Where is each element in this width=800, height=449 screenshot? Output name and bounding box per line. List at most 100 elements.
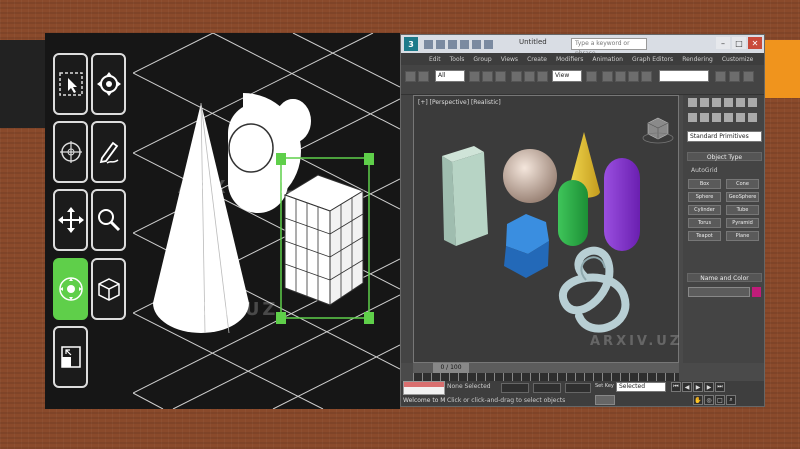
window-controls: – □ ✕ — [716, 37, 762, 49]
maxscript-listener[interactable] — [403, 381, 445, 395]
hierarchy-tab-icon[interactable] — [712, 98, 721, 107]
object-type-rollout[interactable]: Object Type — [687, 152, 762, 161]
primitive-category-dropdown[interactable]: Standard Primitives — [687, 131, 762, 142]
goto-end-icon[interactable]: ⏭ — [715, 382, 725, 392]
plane-button[interactable]: Plane — [726, 231, 759, 241]
tube-button[interactable]: Tube — [726, 205, 759, 215]
render-icon[interactable] — [743, 71, 754, 82]
open-file-icon[interactable] — [436, 39, 445, 49]
redo-icon[interactable] — [418, 71, 429, 82]
name-and-color-rollout[interactable]: Name and Color — [687, 273, 762, 282]
select-and-move-tool[interactable] — [53, 189, 88, 251]
space-warps-icon[interactable] — [748, 113, 757, 122]
x-coordinate-field[interactable] — [501, 383, 529, 393]
orbit-tool[interactable] — [53, 258, 88, 320]
perspective-viewport[interactable]: [+] [Perspective] [Realistic] ARXIV.UZ — [413, 95, 679, 363]
select-object-icon[interactable] — [469, 71, 480, 82]
torus-button[interactable]: Torus — [688, 218, 721, 228]
scale-icon[interactable] — [537, 71, 548, 82]
zoom-tool[interactable] — [91, 189, 126, 251]
menu-tools[interactable]: Tools — [450, 56, 465, 63]
menu-group[interactable]: Group — [473, 56, 491, 63]
project-folder-icon[interactable] — [484, 39, 493, 49]
viewport-label[interactable]: [+] [Perspective] [Realistic] — [418, 99, 501, 106]
play-icon[interactable]: ▶ — [693, 382, 703, 392]
motion-tab-icon[interactable] — [724, 98, 733, 107]
move-icon[interactable] — [511, 71, 522, 82]
pan-view-icon[interactable]: ✋ — [693, 395, 703, 405]
selection-status: None Selected — [447, 383, 491, 390]
teapot-button[interactable]: Teapot — [688, 231, 721, 241]
next-frame-icon[interactable]: ▶ — [704, 382, 714, 392]
maximize-toggle-icon[interactable]: □ — [715, 395, 725, 405]
menu-modifiers[interactable]: Modifiers — [556, 56, 583, 63]
selection-filter-dropdown[interactable]: All — [435, 70, 465, 82]
track-bar[interactable] — [413, 373, 679, 381]
object-name-input[interactable] — [688, 287, 750, 297]
previous-frame-icon[interactable]: ◀ — [682, 382, 692, 392]
shapes-icon[interactable] — [700, 113, 709, 122]
rectangle-selection-icon[interactable] — [495, 71, 506, 82]
select-object-tool[interactable] — [53, 53, 88, 115]
rotate-icon[interactable] — [524, 71, 535, 82]
z-coordinate-field[interactable] — [565, 383, 591, 393]
material-editor-icon[interactable] — [715, 71, 726, 82]
select-and-rotate-tool[interactable] — [91, 53, 126, 115]
display-tab-icon[interactable] — [736, 98, 745, 107]
minimize-button[interactable]: – — [716, 37, 730, 49]
search-input[interactable]: Type a keyword or phrase — [571, 38, 647, 57]
zoom-view-icon[interactable]: ⌕ — [726, 395, 736, 405]
undo-icon[interactable] — [405, 71, 416, 82]
cylinder-button[interactable]: Cylinder — [688, 205, 721, 215]
percent-snap-icon[interactable] — [628, 71, 639, 82]
save-file-icon[interactable] — [448, 39, 457, 49]
geosphere-button[interactable]: GeoSphere — [726, 192, 759, 202]
menu-create[interactable]: Create — [527, 56, 547, 63]
lights-icon[interactable] — [712, 113, 721, 122]
time-slider-handle[interactable]: 0 / 100 — [433, 363, 469, 373]
cone-button[interactable]: Cone — [726, 179, 759, 189]
autogrid-checkbox[interactable]: AutoGrid — [691, 167, 718, 174]
geometry-icon[interactable] — [688, 113, 697, 122]
freeform-paint-tool[interactable] — [91, 121, 126, 183]
time-slider[interactable]: 0 / 100 — [413, 363, 679, 373]
orbit-view-icon[interactable]: ◎ — [704, 395, 714, 405]
menu-graph-editors[interactable]: Graph Editors — [632, 56, 673, 63]
mirror-icon[interactable] — [641, 71, 652, 82]
object-color-swatch[interactable] — [752, 287, 761, 297]
cameras-icon[interactable] — [724, 113, 733, 122]
render-setup-icon[interactable] — [729, 71, 740, 82]
y-coordinate-field[interactable] — [533, 383, 561, 393]
menu-edit[interactable]: Edit — [429, 56, 441, 63]
redo-icon[interactable] — [472, 39, 481, 49]
sphere-button[interactable]: Sphere — [688, 192, 721, 202]
goto-start-icon[interactable]: ⏮ — [671, 382, 681, 392]
utilities-tab-icon[interactable] — [748, 98, 757, 107]
pivot-icon[interactable] — [586, 71, 597, 82]
create-tab-icon[interactable] — [688, 98, 697, 107]
select-by-name-icon[interactable] — [482, 71, 493, 82]
snap-icon[interactable] — [602, 71, 613, 82]
angle-snap-icon[interactable] — [615, 71, 626, 82]
pyramid-button[interactable]: Pyramid — [726, 218, 759, 228]
modify-tab-icon[interactable] — [700, 98, 709, 107]
helpers-icon[interactable] — [736, 113, 745, 122]
named-selection-dropdown[interactable] — [659, 70, 709, 82]
menu-rendering[interactable]: Rendering — [682, 56, 713, 63]
app-logo-icon[interactable]: 3 — [404, 37, 418, 51]
new-file-icon[interactable] — [424, 39, 433, 49]
menu-customize[interactable]: Customize — [722, 56, 754, 63]
close-button[interactable]: ✕ — [748, 37, 762, 49]
key-filter-dropdown[interactable]: Selected — [616, 382, 666, 392]
undo-icon[interactable] — [460, 39, 469, 49]
menu-animation[interactable]: Animation — [592, 56, 623, 63]
box-button[interactable]: Box — [688, 179, 721, 189]
set-key-button[interactable] — [595, 395, 615, 405]
maximize-viewport-tool[interactable] — [53, 326, 88, 388]
transform-gizmo-tool[interactable] — [53, 121, 88, 183]
maximize-button[interactable]: □ — [732, 37, 746, 49]
watermark-text: ARXIV.UZ — [160, 299, 279, 320]
menu-views[interactable]: Views — [501, 56, 518, 63]
viewcube-tool[interactable] — [91, 258, 126, 320]
reference-coordinate-dropdown[interactable]: View — [552, 70, 582, 82]
